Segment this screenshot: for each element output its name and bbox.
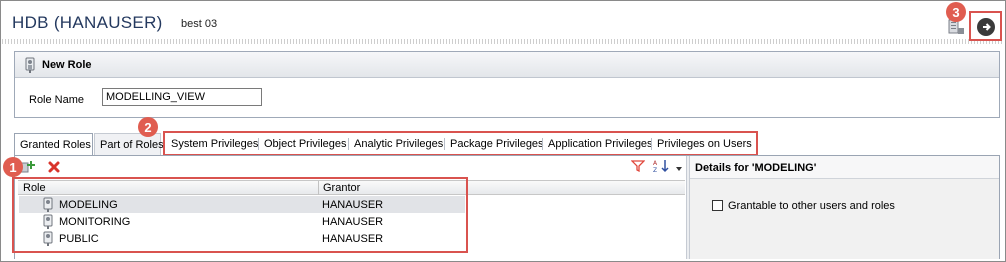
details-panel: Details for 'MODELING' Grantable to othe… — [690, 156, 1000, 259]
role-name-label: Role Name — [29, 94, 85, 106]
svg-text:A: A — [653, 160, 658, 167]
step-badge-2: 2 — [138, 117, 158, 137]
page-title: HDB (HANAUSER) — [12, 13, 163, 32]
role-name-input[interactable] — [102, 88, 262, 106]
step-badge-3: 3 — [946, 2, 966, 22]
sort-icon[interactable]: A Z — [653, 159, 671, 176]
details-title: Details for 'MODELING' — [695, 162, 817, 174]
highlight-box-3 — [969, 11, 1002, 41]
page-subtitle: best 03 — [181, 18, 218, 30]
details-header: Details for 'MODELING' — [690, 156, 999, 179]
editor-header: HDB (HANAUSER) best 03 — [1, 1, 1004, 37]
grantable-checkbox-label[interactable]: Grantable to other users and roles — [728, 200, 895, 212]
tab-granted-roles[interactable]: Granted Roles — [14, 133, 93, 156]
filter-icon[interactable] — [630, 160, 646, 175]
step-badge-1: 1 — [3, 157, 23, 177]
svg-text:Z: Z — [653, 167, 657, 173]
new-role-header: New Role — [15, 52, 999, 78]
new-role-section: New Role Role Name — [14, 51, 1000, 118]
highlight-box-2 — [163, 131, 758, 156]
new-role-title: New Role — [42, 59, 92, 71]
delete-icon[interactable] — [47, 160, 61, 177]
grantable-checkbox[interactable] — [712, 200, 723, 211]
header-divider — [2, 39, 1002, 44]
highlight-box-1 — [12, 177, 468, 253]
view-menu-icon[interactable] — [675, 163, 683, 175]
role-icon — [23, 57, 37, 76]
